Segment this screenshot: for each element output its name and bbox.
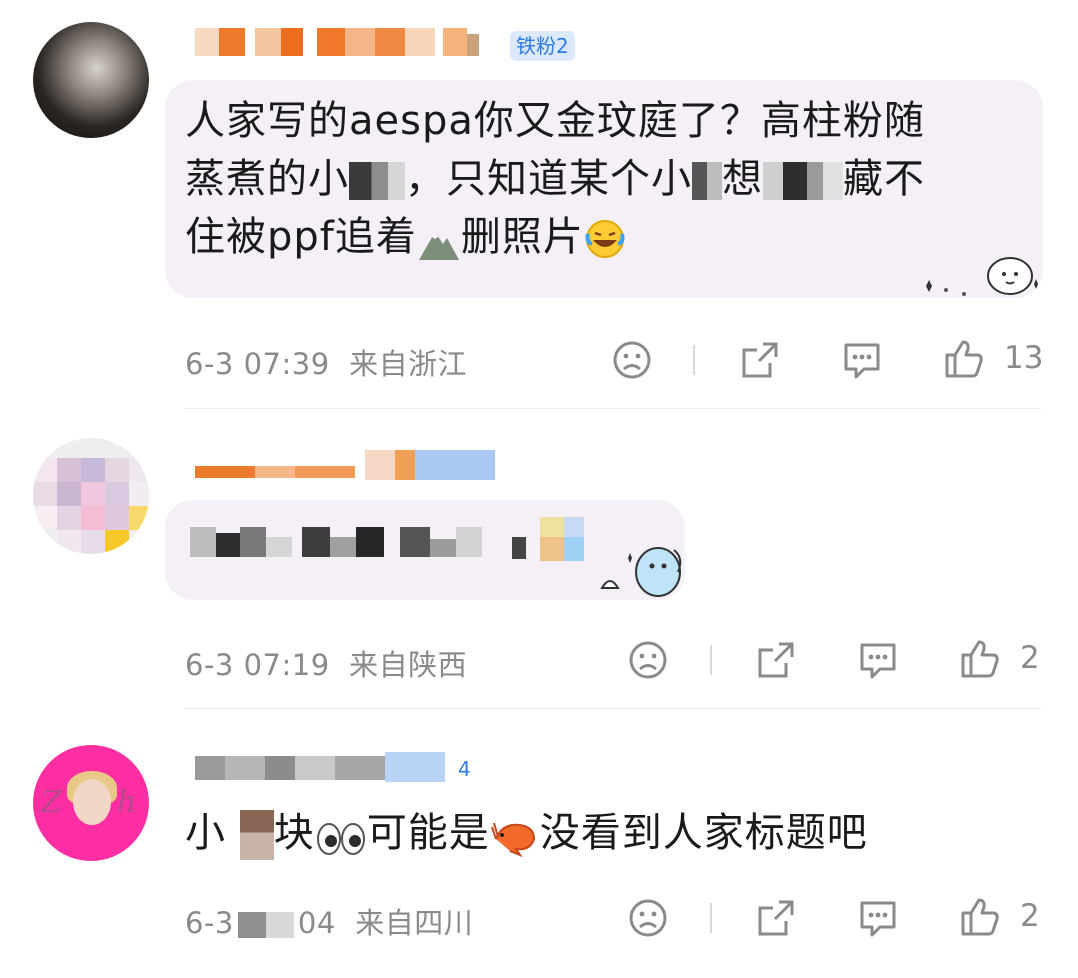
mosaic-redaction bbox=[239, 810, 274, 860]
username-obscured[interactable] bbox=[195, 752, 495, 788]
user-avatar[interactable]: Zh bbox=[33, 745, 149, 861]
text-segment: 没看到人家标题吧 bbox=[539, 810, 868, 856]
shrimp-emoji-icon bbox=[490, 815, 540, 858]
text-segment: 块 bbox=[273, 810, 315, 856]
comment-bubble-icon[interactable] bbox=[856, 897, 900, 943]
text-segment: 小 bbox=[185, 810, 226, 856]
comment-meta: 6-3 04 来自四川 bbox=[185, 900, 473, 942]
divider bbox=[710, 903, 712, 933]
timestamp: 04 bbox=[297, 906, 336, 940]
thumbs-up-icon[interactable] bbox=[958, 895, 1002, 943]
comment-text: 小 块 可能是 没看到人家标题吧 bbox=[185, 804, 1045, 862]
timestamp: 6-3 bbox=[185, 906, 234, 940]
comment-3: Zh 4 小 块 可能是 没看到人家标题吧 6-3 04 来自四川 2 bbox=[0, 0, 1078, 978]
location-label: 来自四川 bbox=[355, 906, 474, 940]
share-icon[interactable] bbox=[755, 897, 797, 943]
like-count: 2 bbox=[1020, 898, 1040, 934]
text-segment: 可能是 bbox=[366, 810, 490, 856]
mosaic-redaction bbox=[237, 912, 294, 938]
eyes-emoji-icon bbox=[315, 816, 367, 855]
sad-face-icon[interactable] bbox=[627, 897, 669, 943]
fan-level-badge: 4 bbox=[458, 757, 471, 781]
